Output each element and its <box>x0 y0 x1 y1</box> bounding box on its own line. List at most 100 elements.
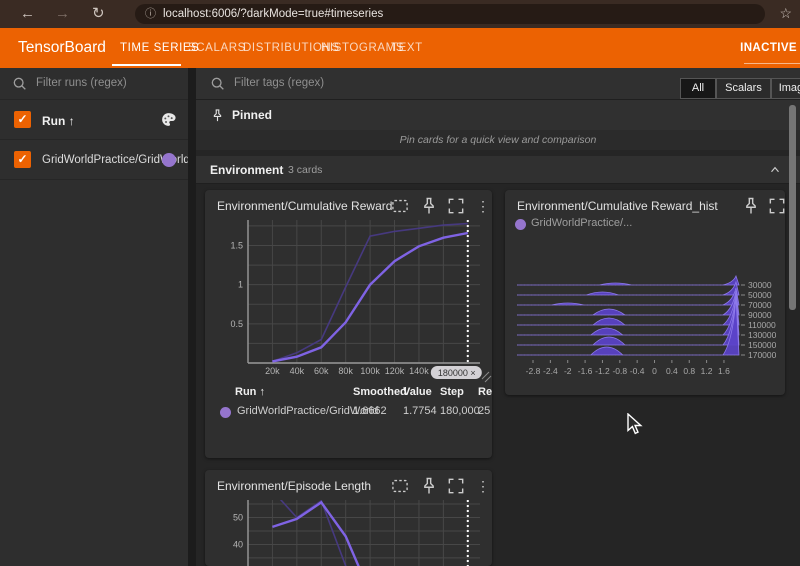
tag-filter-row: Filter tags (regex) All Scalars Image <box>196 68 800 100</box>
fullscreen-icon[interactable] <box>767 196 787 216</box>
fullscreen-icon[interactable] <box>446 196 466 216</box>
scrollbar-thumb[interactable] <box>789 105 796 310</box>
svg-text:-1.2: -1.2 <box>595 366 610 376</box>
svg-text:1: 1 <box>238 280 243 290</box>
pin-icon <box>210 107 225 124</box>
filter-image-button[interactable]: Image <box>771 78 800 99</box>
fit-to-data-icon[interactable] <box>390 476 410 496</box>
svg-text:1.6: 1.6 <box>718 366 730 376</box>
tag-filter-input[interactable]: Filter tags (regex) <box>234 77 324 89</box>
svg-text:-0.4: -0.4 <box>630 366 645 376</box>
chevron-up-icon[interactable] <box>768 163 782 177</box>
svg-text:170000: 170000 <box>748 350 777 360</box>
reload-icon[interactable]: ↻ <box>92 0 105 28</box>
pinned-section-header: Pinned <box>196 100 800 130</box>
svg-text:-1.6: -1.6 <box>578 366 593 376</box>
pin-icon[interactable] <box>419 196 439 216</box>
cumulative-reward-chart[interactable]: 20k40k60k80k100k120k140k160k0.511.518000… <box>205 218 492 386</box>
site-info-icon[interactable]: ⓘ <box>145 8 156 20</box>
episode-length-chart[interactable]: 50 40 <box>205 500 492 566</box>
filter-all-button[interactable]: All <box>680 78 716 99</box>
status-badge[interactable]: INACTIVE <box>740 42 797 54</box>
svg-text:0.4: 0.4 <box>666 366 678 376</box>
svg-text:0: 0 <box>652 366 657 376</box>
svg-text:60k: 60k <box>314 366 329 376</box>
card-title: Environment/Episode Length <box>217 479 371 493</box>
svg-text:100k: 100k <box>360 366 380 376</box>
card-title: Environment/Cumulative Reward_hist <box>517 199 718 213</box>
palette-icon[interactable] <box>160 111 177 128</box>
svg-text:20k: 20k <box>265 366 280 376</box>
table-header-step[interactable]: Step <box>440 386 464 398</box>
legend-run-name: GridWorldPractice/... <box>531 217 632 229</box>
svg-text:30000: 30000 <box>748 280 772 290</box>
table-header-run[interactable]: Run ↑ <box>235 386 265 398</box>
table-cell-value: 1.7754 <box>403 405 437 417</box>
runs-header-row: ✓ Run ↑ <box>0 100 188 140</box>
runs-filter-input[interactable]: Filter runs (regex) <box>36 77 127 89</box>
reward-histogram-chart[interactable]: 3000050000700009000011000013000015000017… <box>505 250 785 395</box>
svg-text:130000: 130000 <box>748 330 777 340</box>
more-options-icon[interactable]: ⋮ <box>473 476 493 496</box>
brand-logo: TensorBoard <box>18 39 106 57</box>
forward-icon[interactable]: → <box>55 0 70 28</box>
svg-text:150000: 150000 <box>748 340 777 350</box>
svg-text:50000: 50000 <box>748 290 772 300</box>
fullscreen-icon[interactable] <box>446 476 466 496</box>
svg-text:180000 ×: 180000 × <box>438 368 476 378</box>
bookmark-star-icon[interactable]: ☆ <box>779 5 792 22</box>
back-icon[interactable]: ← <box>20 0 35 28</box>
section-card-count: 3 cards <box>288 164 322 176</box>
more-options-icon[interactable]: ⋮ <box>473 196 493 216</box>
pinned-label: Pinned <box>232 108 272 122</box>
table-header-relative[interactable]: Re <box>478 386 492 398</box>
svg-text:-0.8: -0.8 <box>612 366 627 376</box>
run-list-item[interactable]: ✓ GridWorldPractice/GridWorld <box>0 140 188 180</box>
status-underline <box>744 63 800 64</box>
svg-text:-2.8: -2.8 <box>526 366 541 376</box>
url-bar[interactable]: ⓘ localhost:6006/?darkMode=true#timeserie… <box>135 4 765 24</box>
url-text: localhost:6006/?darkMode=true#timeseries <box>163 8 383 20</box>
svg-text:-2: -2 <box>564 366 572 376</box>
run-checkbox[interactable]: ✓ <box>14 151 31 168</box>
table-header-smoothed[interactable]: Smoothed <box>353 386 407 398</box>
table-header-value[interactable]: Value <box>403 386 432 398</box>
table-cell-relative: 25 <box>478 405 490 417</box>
runs-column-label[interactable]: Run ↑ <box>42 114 75 128</box>
card-title: Environment/Cumulative Reward <box>217 199 392 213</box>
filter-scalars-button[interactable]: Scalars <box>716 78 771 99</box>
runs-filter-row: Filter runs (regex) <box>0 68 188 100</box>
browser-toolbar: ← → ↻ ⓘ localhost:6006/?darkMode=true#tim… <box>0 0 800 28</box>
mouse-cursor <box>627 413 643 435</box>
svg-text:1.2: 1.2 <box>701 366 713 376</box>
tab-scalars[interactable]: SCALARS <box>188 42 246 54</box>
tab-text[interactable]: TEXT <box>391 42 423 54</box>
pin-icon[interactable] <box>741 196 761 216</box>
svg-text:-2.4: -2.4 <box>543 366 558 376</box>
runs-sidebar: Filter runs (regex) ✓ Run ↑ ✓ GridWorldP… <box>0 68 188 566</box>
run-color-swatch[interactable] <box>162 153 176 167</box>
svg-text:120k: 120k <box>385 366 405 376</box>
legend-color-dot <box>515 219 526 230</box>
svg-text:0.8: 0.8 <box>683 366 695 376</box>
card-cumulative-reward: Environment/Cumulative Reward ⋮ 20k40k60… <box>205 190 492 458</box>
section-title: Environment <box>210 163 283 177</box>
svg-text:0.5: 0.5 <box>230 319 243 329</box>
sidebar-resizer[interactable] <box>188 68 196 566</box>
svg-text:50: 50 <box>233 513 243 523</box>
fit-to-data-icon[interactable] <box>390 196 410 216</box>
table-cell-smoothed: 1.6662 <box>353 405 387 417</box>
card-cumulative-reward-hist: Environment/Cumulative Reward_hist GridW… <box>505 190 785 395</box>
tensorboard-header: TensorBoard TIME SERIES SCALARS DISTRIBU… <box>0 28 800 68</box>
svg-text:1.5: 1.5 <box>230 241 243 251</box>
svg-text:140k: 140k <box>409 366 429 376</box>
svg-text:40: 40 <box>233 539 243 549</box>
pin-hint-banner: Pin cards for a quick view and compariso… <box>196 130 800 150</box>
select-all-checkbox[interactable]: ✓ <box>14 111 31 128</box>
svg-text:90000: 90000 <box>748 310 772 320</box>
active-tab-underline <box>112 64 181 66</box>
table-cell-step: 180,000 <box>440 405 480 417</box>
svg-text:110000: 110000 <box>748 320 776 330</box>
environment-section-header[interactable]: Environment 3 cards <box>196 156 800 184</box>
pin-icon[interactable] <box>419 476 439 496</box>
